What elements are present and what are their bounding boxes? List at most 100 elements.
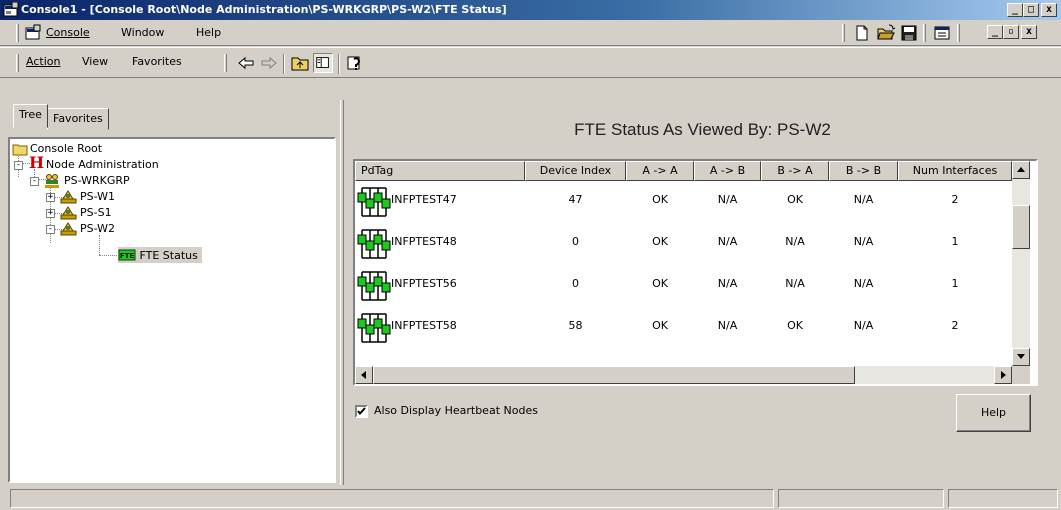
toolbar-separator bbox=[283, 54, 285, 74]
collapse-toggle[interactable]: - bbox=[30, 177, 39, 186]
tab-tree[interactable]: Tree bbox=[13, 104, 48, 128]
horizontal-scroll-thumb[interactable] bbox=[373, 366, 855, 384]
column-header-num-interfaces[interactable]: Num Interfaces bbox=[898, 161, 1012, 181]
actionbar-toolbar-grip[interactable] bbox=[224, 54, 227, 72]
table-row[interactable]: INFPTEST58 58 OK N/A OK N/A 2 bbox=[355, 307, 1012, 349]
device-index-cell: 0 bbox=[572, 277, 579, 290]
tab-favorites[interactable]: Favorites bbox=[47, 108, 109, 130]
a-to-b-cell: N/A bbox=[717, 193, 738, 206]
close-button[interactable]: x bbox=[1041, 3, 1057, 17]
scroll-thumb[interactable] bbox=[1012, 205, 1030, 249]
collapse-toggle[interactable]: - bbox=[46, 225, 55, 234]
tree-item-label: PS-WRKGRP bbox=[64, 174, 130, 187]
menubar-grip[interactable] bbox=[16, 24, 19, 42]
table-row[interactable]: INFPTEST56 0 OK N/A N/A N/A 1 bbox=[355, 265, 1012, 307]
minimize-button[interactable]: _ bbox=[1007, 3, 1023, 17]
expand-toggle[interactable]: + bbox=[46, 209, 55, 218]
up-one-level-icon[interactable] bbox=[290, 53, 310, 73]
console-tree[interactable]: Console Root - H Node Administration - P… bbox=[8, 137, 336, 483]
expand-toggle[interactable]: + bbox=[46, 193, 55, 202]
a-to-a-cell: OK bbox=[652, 277, 668, 290]
b-to-b-cell: N/A bbox=[853, 319, 874, 332]
column-header-device-index[interactable]: Device Index bbox=[525, 161, 626, 181]
scroll-down-button[interactable] bbox=[1012, 348, 1030, 366]
arrow-left-icon bbox=[361, 371, 366, 379]
pdtag-cell: INFPTEST56 bbox=[391, 277, 457, 290]
b-to-b-cell: N/A bbox=[853, 277, 874, 290]
b-to-a-cell: OK bbox=[787, 319, 803, 332]
fte-device-icon bbox=[357, 313, 391, 343]
menu-window-label: Window bbox=[121, 26, 165, 39]
fte-status-icon: FTE bbox=[118, 249, 136, 261]
menu-console-label: Console bbox=[46, 26, 90, 39]
actionbar-grip[interactable] bbox=[16, 54, 19, 72]
pdtag-cell: INFPTEST48 bbox=[391, 235, 457, 248]
collapse-toggle[interactable]: - bbox=[14, 161, 23, 170]
menu-help[interactable]: Help bbox=[196, 26, 221, 39]
scrollbar-corner bbox=[1012, 366, 1030, 384]
a-to-a-cell: OK bbox=[652, 193, 668, 206]
menu-console[interactable]: Console bbox=[46, 26, 90, 39]
fte-device-icon bbox=[357, 271, 391, 301]
new-document-icon[interactable] bbox=[852, 23, 872, 43]
menu-bar: Console Window Help _ ▫ x bbox=[0, 20, 1061, 46]
forward-arrow-icon[interactable] bbox=[259, 53, 279, 73]
maximize-button[interactable]: □ bbox=[1023, 3, 1039, 17]
fte-device-icon bbox=[357, 229, 391, 259]
title-bar[interactable]: Console1 - [Console Root\Node Administra… bbox=[0, 0, 1061, 20]
menu-favorites[interactable]: Favorites bbox=[132, 55, 182, 68]
properties-icon[interactable] bbox=[932, 23, 952, 43]
child-restore-button[interactable]: ▫ bbox=[1003, 25, 1019, 39]
child-minimize-button[interactable]: _ bbox=[987, 25, 1003, 39]
b-to-a-cell: OK bbox=[787, 193, 803, 206]
scroll-up-button[interactable] bbox=[1012, 161, 1030, 179]
column-header-a-to-a[interactable]: A -> A bbox=[626, 161, 694, 181]
pdtag-cell: INFPTEST47 bbox=[391, 193, 457, 206]
folder-icon bbox=[12, 144, 28, 156]
a-to-a-cell: OK bbox=[652, 319, 668, 332]
table-row[interactable]: INFPTEST48 0 OK N/A N/A N/A 1 bbox=[355, 223, 1012, 265]
show-hide-tree-icon[interactable] bbox=[313, 53, 333, 73]
menu-window[interactable]: Window bbox=[121, 26, 164, 39]
column-header-pdtag[interactable]: PdTag bbox=[355, 161, 525, 181]
vertical-scrollbar[interactable] bbox=[1012, 161, 1030, 366]
status-pane-2 bbox=[778, 489, 944, 508]
num-interfaces-cell: 1 bbox=[951, 235, 959, 248]
svg-text:FTE: FTE bbox=[120, 252, 135, 260]
fte-device-icon bbox=[357, 187, 391, 217]
arrow-right-icon bbox=[1001, 371, 1006, 379]
scroll-left-button[interactable] bbox=[355, 366, 373, 384]
table-row[interactable]: INFPTEST47 47 OK N/A OK N/A 2 bbox=[355, 181, 1012, 223]
tree-item-fte-status[interactable]: FTE FTE Status bbox=[118, 247, 202, 263]
fte-status-list[interactable]: PdTag Device Index A -> A A -> B B -> A … bbox=[353, 159, 1038, 386]
toolbar-separator-2 bbox=[338, 54, 340, 74]
b-to-a-cell: N/A bbox=[785, 235, 805, 248]
menu-action[interactable]: Action bbox=[26, 55, 60, 68]
column-header-a-to-b[interactable]: A -> B bbox=[694, 161, 761, 181]
child-close-button[interactable]: x bbox=[1021, 25, 1037, 39]
save-icon[interactable] bbox=[899, 23, 919, 43]
tree-connector bbox=[99, 235, 100, 255]
status-bar bbox=[0, 487, 1061, 510]
menu-view[interactable]: View bbox=[82, 55, 108, 68]
menu-help-label: Help bbox=[196, 26, 222, 39]
menu-toolbar-grip[interactable] bbox=[842, 24, 845, 42]
back-arrow-icon[interactable] bbox=[236, 53, 256, 73]
num-interfaces-cell: 2 bbox=[951, 193, 959, 206]
console-menu-icon[interactable] bbox=[24, 23, 44, 43]
open-folder-icon[interactable] bbox=[876, 23, 896, 43]
workgroup-icon bbox=[45, 174, 59, 188]
arrow-up-icon bbox=[1017, 167, 1025, 172]
heartbeat-nodes-checkbox[interactable] bbox=[355, 405, 368, 418]
scroll-right-button[interactable] bbox=[994, 366, 1012, 384]
help-button[interactable]: Help bbox=[956, 394, 1031, 432]
tree-item-label: FTE Status bbox=[139, 249, 198, 262]
horizontal-scrollbar[interactable] bbox=[355, 366, 1012, 384]
help-topics-icon[interactable] bbox=[345, 53, 365, 73]
num-interfaces-cell: 1 bbox=[951, 277, 959, 290]
heartbeat-nodes-label[interactable]: Also Display Heartbeat Nodes bbox=[374, 404, 538, 417]
column-header-b-to-a[interactable]: B -> A bbox=[761, 161, 829, 181]
column-header-b-to-b[interactable]: B -> B bbox=[829, 161, 898, 181]
mmc-console-icon bbox=[3, 2, 19, 17]
status-pane-main bbox=[10, 489, 774, 508]
